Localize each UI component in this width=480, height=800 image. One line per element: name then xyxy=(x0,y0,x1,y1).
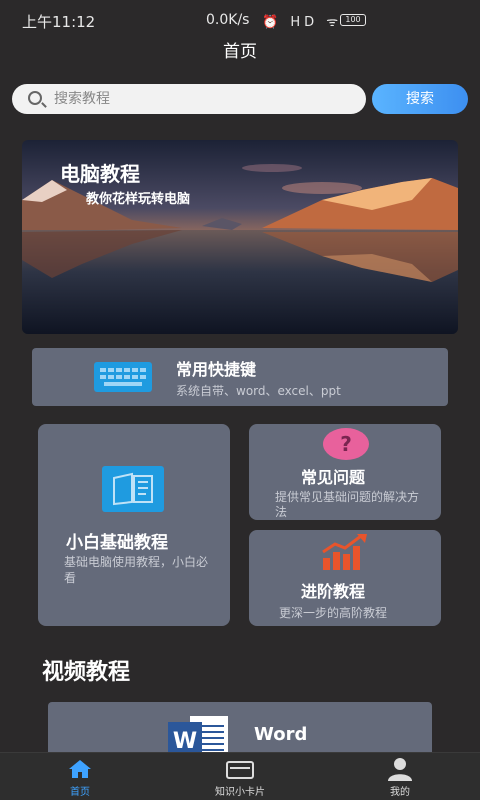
battery-icon: 100 xyxy=(340,14,366,26)
status-time: 上午11:12 xyxy=(22,13,96,31)
advanced-title: 进阶教程 xyxy=(301,582,366,601)
status-bar: 上午11:12 0.0K/s ⏰ HD ᯤ 100 xyxy=(0,0,480,40)
keyboard-icon xyxy=(94,362,152,392)
network-speed: 0.0K/s xyxy=(206,12,250,28)
shortcuts-card[interactable]: 常用快捷键 系统自带、word、excel、ppt xyxy=(32,348,448,406)
banner-subtitle: 教你花样玩转电脑 xyxy=(86,192,191,207)
tab-label: 知识小卡片 xyxy=(215,787,265,798)
search-button[interactable]: 搜索 xyxy=(372,84,468,114)
card-icon xyxy=(226,761,254,779)
question-icon: ? xyxy=(323,428,369,460)
tab-home[interactable]: 首页 xyxy=(30,753,130,800)
advanced-subtitle: 更深一步的高阶教程 xyxy=(279,606,388,620)
search-icon xyxy=(28,91,42,105)
tab-knowledge-cards[interactable]: 知识小卡片 xyxy=(190,753,290,800)
home-icon xyxy=(69,760,91,778)
banner[interactable]: 电脑教程 教你花样玩转电脑 xyxy=(22,140,458,334)
search-bar[interactable] xyxy=(12,84,366,114)
chart-icon xyxy=(322,534,367,570)
basics-title: 小白基础教程 xyxy=(66,533,168,553)
status-icons: ⏰ HD ᯤ xyxy=(262,15,343,30)
search-input[interactable] xyxy=(54,84,354,114)
advanced-card[interactable]: 进阶教程 更深一步的高阶教程 xyxy=(249,530,441,626)
faq-subtitle: 提供常见基础问题的解决方法 xyxy=(275,490,420,519)
tab-label: 首页 xyxy=(70,787,90,798)
faq-title: 常见问题 xyxy=(301,468,366,487)
video-item-label: Word xyxy=(254,724,308,745)
faq-card[interactable]: ? 常见问题 提供常见基础问题的解决方法 xyxy=(249,424,441,520)
tab-label: 我的 xyxy=(390,787,410,798)
bottom-tab-bar: 首页 知识小卡片 我的 xyxy=(0,752,480,800)
video-section-title: 视频教程 xyxy=(42,660,131,685)
book-icon xyxy=(102,466,164,512)
basics-card[interactable]: 小白基础教程 基础电脑使用教程，小白必看 xyxy=(38,424,230,626)
basics-subtitle: 基础电脑使用教程，小白必看 xyxy=(64,555,209,585)
shortcuts-title: 常用快捷键 xyxy=(176,360,257,379)
page-title: 首页 xyxy=(223,42,257,62)
banner-title: 电脑教程 xyxy=(60,162,140,186)
shortcuts-subtitle: 系统自带、word、excel、ppt xyxy=(176,384,341,398)
svg-text:W: W xyxy=(173,729,197,754)
tab-me[interactable]: 我的 xyxy=(350,753,450,800)
user-icon xyxy=(388,758,412,781)
